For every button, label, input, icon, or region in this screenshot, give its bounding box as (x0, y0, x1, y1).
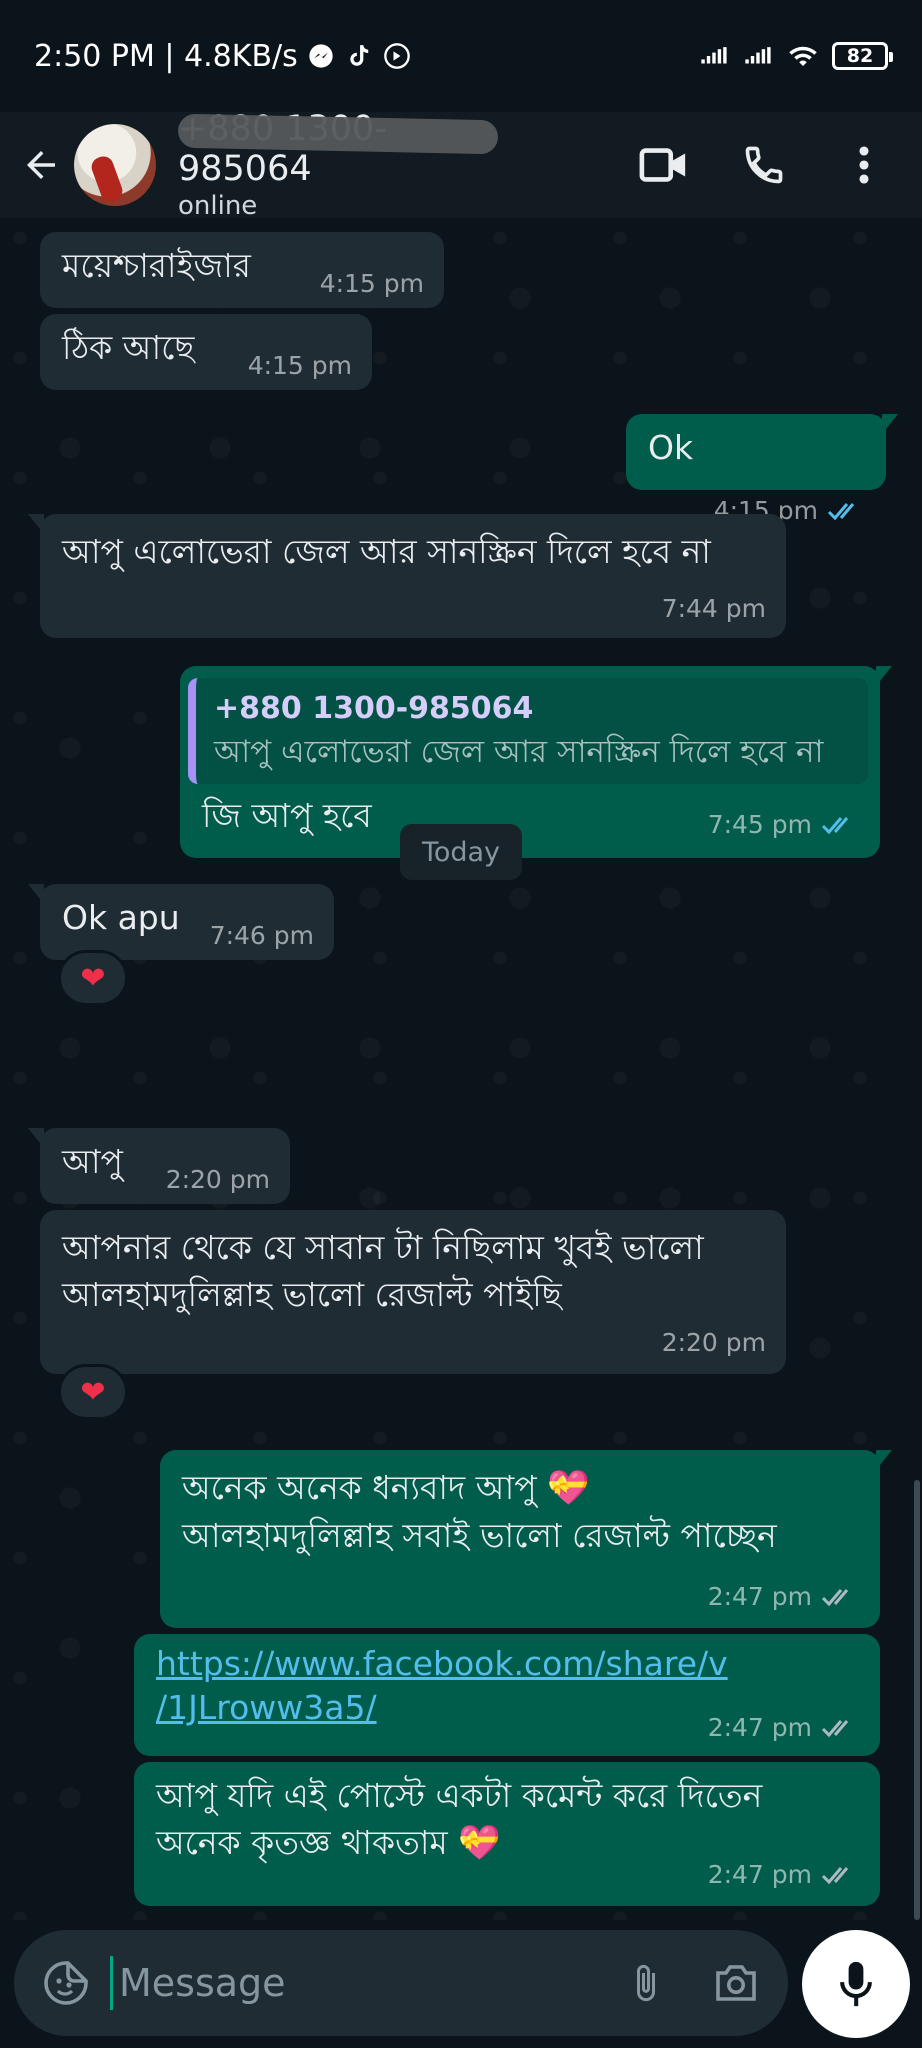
camera-button[interactable] (708, 1955, 764, 2011)
time-text: 7:45 pm (707, 810, 812, 839)
outgoing-message[interactable]: অনেক অনেক ধন্যবাদ আপু 💝 আলহামদুলিল্লাহ স… (160, 1450, 892, 1628)
time-text: 2:47 pm (707, 1582, 812, 1611)
video-camera-icon (639, 148, 686, 182)
message-time: 2:47 pm (708, 1573, 860, 1620)
message-text: আপু এলোভেরা জেল আর সানস্ক্রিন দিলে হবে ন… (62, 532, 711, 571)
outgoing-reply-message[interactable]: +880 1300-985064 আপু এলোভেরা জেল আর সানস… (180, 666, 892, 858)
read-double-tick-icon (827, 502, 855, 520)
time-text: 4:15 pm (247, 351, 352, 380)
message-time: 4:15 pm (248, 342, 352, 389)
link-text-1: https://www.facebook.com/share/v (156, 1644, 728, 1683)
signal-icon-2 (744, 41, 774, 71)
message-text: ঠিক আছে (62, 328, 195, 367)
incoming-message[interactable]: আপু এলোভেরা জেল আর সানস্ক্রিন দিলে হবে ন… (28, 514, 786, 638)
back-arrow-icon (27, 151, 55, 179)
message-text: আপু (62, 1142, 123, 1181)
message-time: 2:47 pm (708, 1851, 860, 1898)
heart-icon: ❤ (80, 960, 106, 996)
incoming-message[interactable]: Ok apu 7:46 pm (28, 884, 334, 960)
message-text: অনেক অনেক ধন্যবাদ আপু (182, 1468, 537, 1507)
status-bar: 2:50 PM | 4.8KB/s 82 (0, 0, 922, 112)
composer (0, 1920, 922, 2048)
quoted-message[interactable]: +880 1300-985064 আপু এলোভেরা জেল আর সানস… (188, 678, 868, 784)
message-text: Ok apu (62, 898, 180, 937)
heart-icon: ❤ (80, 1374, 106, 1410)
message-text: ময়েশ্চারাইজার (62, 246, 251, 285)
sticker-button[interactable] (38, 1955, 94, 2011)
outgoing-message[interactable]: আপু যদি এই পোস্টে একটা কমেন্ট করে দিতেন … (134, 1762, 880, 1906)
delivered-double-tick-icon (821, 1588, 849, 1606)
message-input-bar (14, 1930, 788, 2036)
heart-reaction[interactable]: ❤ (58, 950, 128, 1006)
time-text: 4:15 pm (319, 269, 424, 298)
time-text: 2:47 pm (707, 1713, 812, 1742)
back-button[interactable] (16, 135, 66, 195)
quoted-sender: +880 1300-985064 (214, 691, 534, 726)
outgoing-link-message[interactable]: https://www.facebook.com/share/v /1JLrow… (134, 1634, 880, 1756)
link-text-2: /1JLroww3a5/ (156, 1688, 377, 1727)
incoming-message[interactable]: ঠিক আছে 4:15 pm (40, 314, 372, 390)
message-text: Ok (648, 428, 694, 467)
kebab-menu-icon (859, 146, 869, 184)
message-time: 2:47 pm (708, 1706, 860, 1750)
time-text: 2:20 pm (165, 1165, 270, 1194)
time-text: 7:44 pm (661, 594, 766, 623)
incoming-message[interactable]: আপু 2:20 pm (28, 1128, 290, 1204)
camera-icon (716, 1965, 756, 2001)
heart-reaction[interactable]: ❤ (58, 1364, 128, 1420)
wifi-icon (788, 41, 818, 71)
chat-header: +880 1300-985064 online (0, 109, 922, 221)
heart-ribbon-icon: 💝 (458, 1823, 501, 1863)
time-text: 7:46 pm (209, 921, 314, 950)
message-line-1: আপু যদি এই পোস্টে একটা কমেন্ট করে দিতেন (156, 1776, 763, 1815)
battery-indicator: 82 (832, 42, 893, 70)
message-text: অনেক কৃতজ্ঞ থাকতাম (156, 1823, 448, 1862)
delivered-double-tick-icon (821, 1720, 849, 1738)
quoted-text: আপু এলোভেরা জেল আর সানস্ক্রিন দিলে হবে ন… (214, 734, 824, 770)
paperclip-icon (637, 1964, 655, 2002)
message-time: 4:15 pm (320, 260, 424, 307)
incoming-message[interactable]: আপনার থেকে যে সাবান টা নিছিলাম খুবই ভালো… (40, 1210, 786, 1374)
tiktok-icon (344, 41, 374, 71)
contact-info[interactable]: +880 1300-985064 online (177, 109, 508, 221)
status-right: 82 (700, 41, 893, 71)
heart-ribbon-icon: 💝 (547, 1468, 590, 1508)
avatar[interactable] (74, 124, 156, 206)
messenger-icon (306, 41, 336, 71)
message-input[interactable] (110, 1956, 618, 2010)
message-time: 7:45 pm (708, 801, 860, 848)
header-actions (636, 137, 906, 193)
microphone-icon (840, 1961, 872, 2007)
sticker-icon (44, 1961, 88, 2005)
phone-icon (745, 146, 783, 184)
time-text: 2:47 pm (707, 1860, 812, 1889)
message-time: 2:20 pm (166, 1156, 270, 1203)
time-text: 2:20 pm (661, 1328, 766, 1357)
voice-call-button[interactable] (736, 137, 792, 193)
status-left: 2:50 PM | 4.8KB/s (34, 39, 412, 74)
scrollbar[interactable] (914, 1480, 920, 1920)
message-line-1: অনেক অনেক ধন্যবাদ আপু 💝 (182, 1464, 860, 1512)
contact-status: online (178, 191, 258, 221)
voice-message-button[interactable] (802, 1930, 910, 2038)
more-options-button[interactable] (836, 137, 892, 193)
date-divider: Today (400, 824, 522, 880)
contact-name: +880 1300-985064 (177, 109, 508, 189)
message-time: 2:20 pm (662, 1319, 766, 1366)
redaction-scribble (177, 113, 499, 155)
attach-button[interactable] (618, 1955, 674, 2011)
outgoing-message[interactable]: Ok 4:15 pm (626, 414, 898, 525)
read-double-tick-icon (821, 816, 849, 834)
message-text: আপনার থেকে যে সাবান টা নিছিলাম খুবই ভালো… (62, 1228, 704, 1314)
delivered-double-tick-icon (821, 1866, 849, 1884)
signal-icon (700, 41, 730, 71)
video-call-button[interactable] (636, 137, 692, 193)
status-time: 2:50 PM | 4.8KB/s (34, 38, 298, 74)
sync-icon (382, 41, 412, 71)
message-time: 7:44 pm (662, 585, 766, 632)
message-time: 7:46 pm (210, 912, 314, 959)
incoming-message[interactable]: ময়েশ্চারাইজার 4:15 pm (40, 232, 444, 308)
message-line-2: আলহামদুলিল্লাহ সবাই ভালো রেজাল্ট পাচ্ছেন (182, 1516, 777, 1555)
